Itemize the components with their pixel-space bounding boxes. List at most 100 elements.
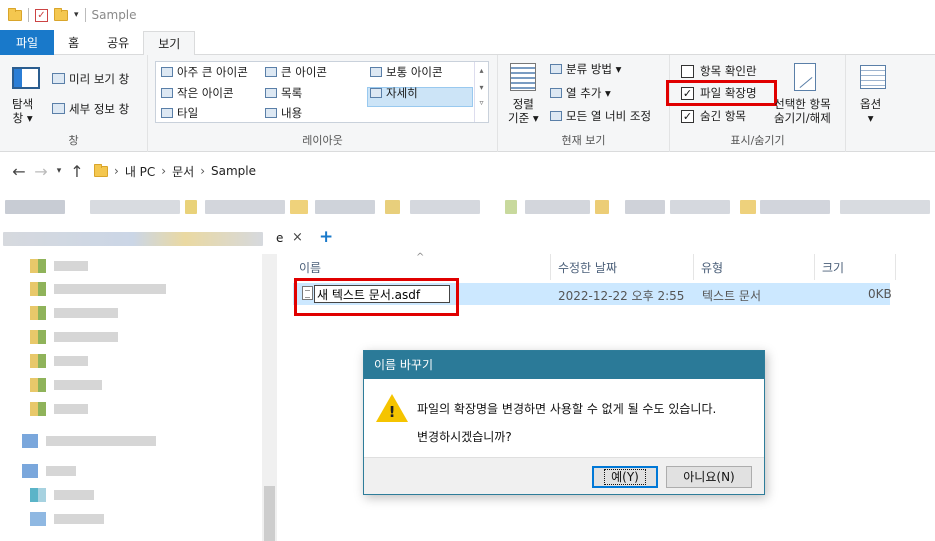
current-view-group: 정렬 기준 ▾ 분류 방법 ▾ 열 추가 ▾ 모든 열 너비 조정 현재 보기 bbox=[498, 55, 670, 152]
layout-group-label: 레이아웃 bbox=[302, 134, 343, 147]
scroll-up-icon[interactable]: ▴ bbox=[475, 66, 488, 75]
file-size: 0KB bbox=[868, 287, 892, 301]
navigation-pane-button[interactable]: 탐색 창 ▾ bbox=[12, 97, 33, 125]
layout-small-icons[interactable]: 작은 아이콘 bbox=[177, 85, 234, 101]
layout-medium-icons[interactable]: 보통 아이콘 bbox=[386, 64, 443, 80]
sort-by-button[interactable]: 정렬 기준 ▾ bbox=[508, 97, 539, 125]
hidden-items-label: 숨긴 항목 bbox=[700, 109, 746, 123]
back-arrow-icon[interactable]: ← bbox=[8, 162, 30, 181]
up-arrow-icon[interactable]: ↑ bbox=[66, 162, 88, 181]
yes-button-label: 예(Y) bbox=[604, 469, 646, 485]
large-icons-icon bbox=[265, 67, 277, 77]
address-bar-row: ← → ▾ ↑ › 내 PC › 문서 › Sample bbox=[0, 152, 935, 190]
breadcrumb-this-pc[interactable]: 내 PC bbox=[125, 163, 155, 180]
quick-access-dropdown-icon[interactable]: ▾ bbox=[74, 10, 79, 20]
sort-by-icon bbox=[510, 63, 536, 91]
sort-ascending-icon: ^ bbox=[416, 252, 425, 263]
explorer-tab-row: e × + bbox=[0, 224, 935, 254]
show-hide-group-label: 표시/숨기기 bbox=[730, 134, 785, 147]
properties-icon[interactable]: ✓ bbox=[35, 8, 48, 22]
current-view-group-label: 현재 보기 bbox=[561, 134, 606, 147]
layout-list[interactable]: 목록 bbox=[281, 85, 302, 101]
dialog-title: 이름 바꾸기 bbox=[364, 351, 764, 379]
blurred-bookmarks-bar bbox=[0, 196, 935, 218]
options-group: 옵션 ▾ bbox=[846, 55, 898, 152]
layout-details[interactable]: 자세히 bbox=[386, 85, 418, 101]
layout-group: 아주 큰 아이콘 큰 아이콘 보통 아이콘 작은 아이콘 목록 자세히 타일 내… bbox=[148, 55, 498, 152]
divider bbox=[84, 8, 86, 22]
file-modified: 2022-12-22 오후 2:55 bbox=[558, 289, 685, 303]
layout-large-icons[interactable]: 큰 아이콘 bbox=[281, 64, 327, 80]
layout-extra-large-icons[interactable]: 아주 큰 아이콘 bbox=[177, 64, 248, 80]
ribbon: 탐색 창 ▾ 미리 보기 창 세부 정보 창 창 아주 큰 아이콘 큰 아이콘 … bbox=[0, 55, 935, 152]
title-bar: ✓ ▾ Sample bbox=[0, 0, 935, 30]
group-by-icon bbox=[550, 64, 562, 74]
item-checkboxes-checkbox[interactable] bbox=[681, 65, 694, 78]
navigation-pane-icon[interactable] bbox=[12, 67, 40, 89]
divider bbox=[28, 8, 29, 22]
window-title: Sample bbox=[91, 8, 137, 22]
column-header-type[interactable]: 유형 bbox=[695, 254, 815, 280]
ribbon-tabs: 파일 홈 공유 보기 bbox=[0, 30, 935, 56]
column-header-size[interactable]: 크기 bbox=[816, 254, 896, 280]
layout-gallery: 아주 큰 아이콘 큰 아이콘 보통 아이콘 작은 아이콘 목록 자세히 타일 내… bbox=[155, 61, 489, 123]
tab-view[interactable]: 보기 bbox=[143, 31, 196, 56]
group-by-button[interactable]: 분류 방법 ▾ bbox=[566, 61, 621, 77]
layout-tiles[interactable]: 타일 bbox=[177, 105, 198, 121]
dialog-question: 변경하시겠습니까? bbox=[417, 430, 512, 444]
medium-icons-icon bbox=[370, 67, 382, 77]
size-columns-icon bbox=[550, 111, 562, 121]
breadcrumb-documents[interactable]: 문서 bbox=[172, 163, 194, 180]
options-icon bbox=[860, 65, 886, 89]
tab-file[interactable]: 파일 bbox=[0, 30, 55, 55]
folder-icon bbox=[94, 163, 108, 177]
details-pane-icon bbox=[52, 103, 65, 114]
tab-share[interactable]: 공유 bbox=[93, 30, 143, 55]
breadcrumb-sample[interactable]: Sample bbox=[211, 164, 256, 178]
item-checkboxes-label: 항목 확인란 bbox=[700, 64, 757, 78]
breadcrumb-separator-icon[interactable]: › bbox=[114, 164, 119, 178]
scroll-down-icon[interactable]: ▾ bbox=[475, 83, 488, 92]
hide-selected-button[interactable]: 선택한 항목 숨기기/해제 bbox=[774, 97, 831, 125]
tiles-icon bbox=[161, 108, 173, 118]
list-icon bbox=[265, 88, 277, 98]
layout-selected-highlight bbox=[367, 87, 473, 107]
options-button[interactable]: 옵션 ▾ bbox=[860, 97, 881, 125]
rename-dialog: 이름 바꾸기 ! 파일의 확장명을 변경하면 사용할 수 없게 될 수도 있습니… bbox=[363, 350, 765, 495]
forward-arrow-icon[interactable]: → bbox=[30, 162, 52, 181]
no-button[interactable]: 아니요(N) bbox=[666, 466, 752, 488]
content-icon bbox=[265, 108, 277, 118]
navigation-pane-scroll-thumb[interactable] bbox=[264, 486, 275, 541]
new-tab-icon[interactable]: + bbox=[319, 227, 333, 247]
tab-home[interactable]: 홈 bbox=[54, 30, 93, 55]
layout-content[interactable]: 내용 bbox=[281, 105, 302, 121]
hide-selected-icon bbox=[794, 63, 816, 91]
show-hide-group: 항목 확인란 ✓ 파일 확장명 ✓ 숨긴 항목 선택한 항목 숨기기/해제 표시… bbox=[666, 55, 846, 152]
new-folder-icon[interactable] bbox=[54, 7, 68, 21]
navigation-pane bbox=[0, 254, 277, 541]
file-type: 텍스트 문서 bbox=[702, 289, 762, 303]
tab-title-fragment: e bbox=[276, 231, 284, 245]
yes-button[interactable]: 예(Y) bbox=[592, 466, 658, 488]
preview-pane-button[interactable]: 미리 보기 창 bbox=[69, 71, 129, 87]
details-pane-button[interactable]: 세부 정보 창 bbox=[69, 101, 129, 117]
preview-pane-icon bbox=[52, 73, 65, 84]
column-header-modified[interactable]: 수정한 날짜 bbox=[552, 254, 694, 280]
gallery-more-icon[interactable]: ▿ bbox=[475, 98, 488, 107]
breadcrumb-separator-icon[interactable]: › bbox=[200, 164, 205, 178]
size-all-columns-button[interactable]: 모든 열 너비 조정 bbox=[566, 108, 651, 124]
warning-exclamation: ! bbox=[388, 403, 396, 421]
layout-gallery-scroll[interactable]: ▴ ▾ ▿ bbox=[474, 62, 488, 122]
add-columns-button[interactable]: 열 추가 ▾ bbox=[566, 85, 611, 101]
breadcrumb: › 내 PC › 문서 › Sample bbox=[94, 163, 256, 180]
blurred-tab-title bbox=[3, 232, 263, 246]
recent-locations-icon[interactable]: ▾ bbox=[52, 166, 66, 176]
dialog-footer: 예(Y) 아니요(N) bbox=[364, 457, 764, 494]
hidden-items-checkbox[interactable]: ✓ bbox=[681, 110, 694, 123]
pane-group-label: 창 bbox=[68, 134, 79, 147]
close-tab-icon[interactable]: × bbox=[292, 230, 303, 245]
small-icons-icon bbox=[161, 88, 173, 98]
breadcrumb-separator-icon[interactable]: › bbox=[161, 164, 166, 178]
rename-highlight bbox=[294, 278, 459, 316]
file-extensions-highlight bbox=[666, 80, 777, 106]
